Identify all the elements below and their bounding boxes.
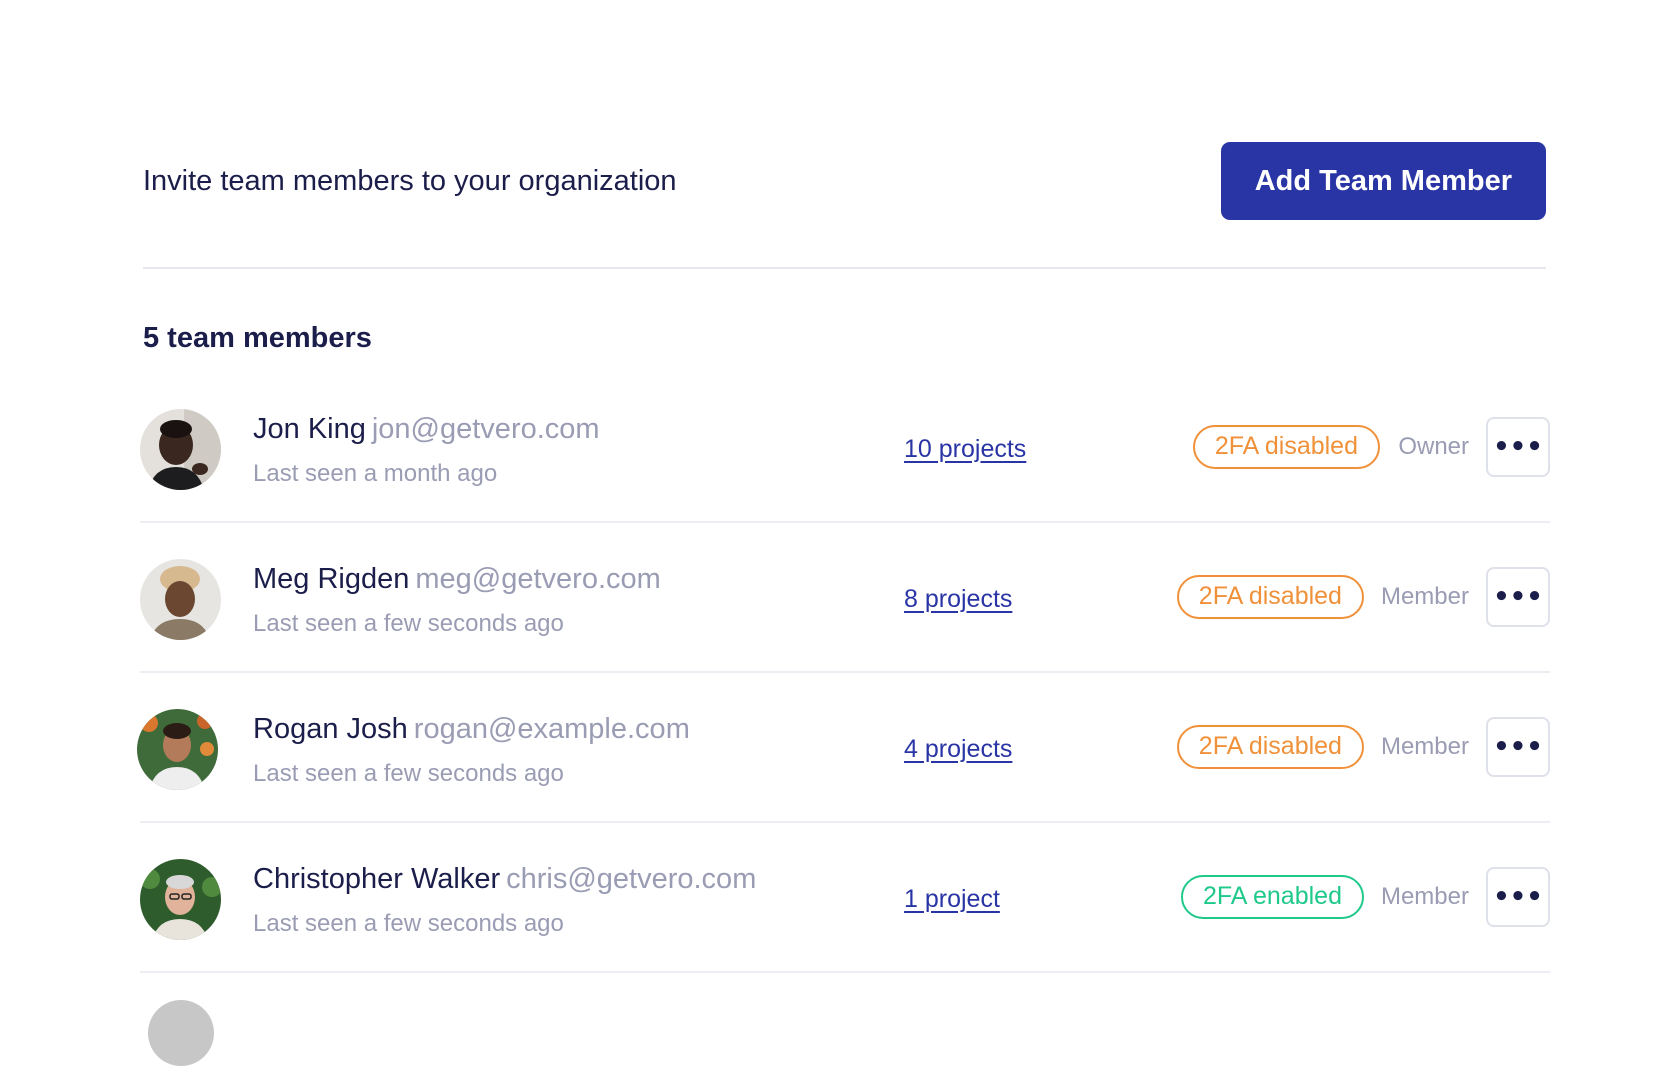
last-seen: Last seen a few seconds ago <box>253 760 564 787</box>
avatar <box>140 859 221 940</box>
member-name-line: Meg Rigden meg@getvero.com <box>253 563 661 596</box>
more-icon: ••• <box>1493 732 1543 762</box>
member-email: rogan@example.com <box>413 713 690 745</box>
projects-link[interactable]: 8 projects <box>904 585 1012 614</box>
avatar <box>137 709 218 790</box>
member-row: Christopher Walker chris@getvero.com Last… <box>140 823 1550 973</box>
more-options-button[interactable]: ••• <box>1486 867 1550 927</box>
avatar <box>148 1000 214 1066</box>
projects-link[interactable]: 10 projects <box>904 435 1026 464</box>
member-name: Christopher Walker <box>253 863 501 895</box>
member-name-line: Rogan Josh rogan@example.com <box>253 713 690 746</box>
member-row: Jon King jon@getvero.com Last seen a mont… <box>140 373 1550 523</box>
last-seen: Last seen a few seconds ago <box>253 610 564 637</box>
team-members-page: Invite team members to your organization… <box>0 0 1680 1066</box>
member-count-heading: 5 team members <box>143 322 372 354</box>
page-header: Invite team members to your organization… <box>143 142 1546 220</box>
header-divider <box>143 267 1546 269</box>
member-row: Rogan Josh rogan@example.com Last seen a … <box>137 673 1550 823</box>
intro-text: Invite team members to your organization <box>143 164 677 197</box>
more-icon: ••• <box>1493 882 1543 912</box>
last-seen: Last seen a few seconds ago <box>253 910 564 937</box>
projects-link[interactable]: 1 project <box>904 885 1000 914</box>
member-list: Jon King jon@getvero.com Last seen a mont… <box>137 373 1550 973</box>
twofa-badge: 2FA disabled <box>1176 575 1364 619</box>
avatar <box>140 409 221 490</box>
role-label: Member <box>1380 583 1469 610</box>
member-email: jon@getvero.com <box>371 413 600 445</box>
member-name: Jon King <box>253 413 366 445</box>
member-actions: 2FA enabled Member ••• <box>1180 823 1550 971</box>
role-label: Member <box>1380 733 1469 760</box>
last-seen: Last seen a month ago <box>253 460 498 487</box>
twofa-badge: 2FA enabled <box>1180 875 1364 919</box>
member-email: chris@getvero.com <box>506 863 757 895</box>
member-email: meg@getvero.com <box>415 563 661 595</box>
member-actions: 2FA disabled Member ••• <box>1176 673 1550 821</box>
avatar <box>140 559 221 640</box>
role-label: Owner <box>1398 433 1469 460</box>
member-actions: 2FA disabled Owner ••• <box>1192 373 1550 521</box>
projects-link[interactable]: 4 projects <box>904 735 1012 764</box>
more-options-button[interactable]: ••• <box>1486 567 1550 627</box>
twofa-badge: 2FA disabled <box>1176 725 1364 769</box>
member-name-line: Christopher Walker chris@getvero.com <box>253 863 756 896</box>
more-icon: ••• <box>1493 432 1543 462</box>
more-options-button[interactable]: ••• <box>1486 417 1550 477</box>
member-row: Meg Rigden meg@getvero.com Last seen a fe… <box>140 523 1550 673</box>
member-name: Meg Rigden <box>253 563 410 595</box>
more-options-button[interactable]: ••• <box>1486 717 1550 777</box>
add-team-member-button[interactable]: Add Team Member <box>1220 142 1546 220</box>
member-name-line: Jon King jon@getvero.com <box>253 413 600 446</box>
twofa-badge: 2FA disabled <box>1192 425 1380 469</box>
member-actions: 2FA disabled Member ••• <box>1176 523 1550 671</box>
member-name: Rogan Josh <box>253 713 408 745</box>
more-icon: ••• <box>1493 582 1543 612</box>
role-label: Member <box>1380 883 1469 910</box>
